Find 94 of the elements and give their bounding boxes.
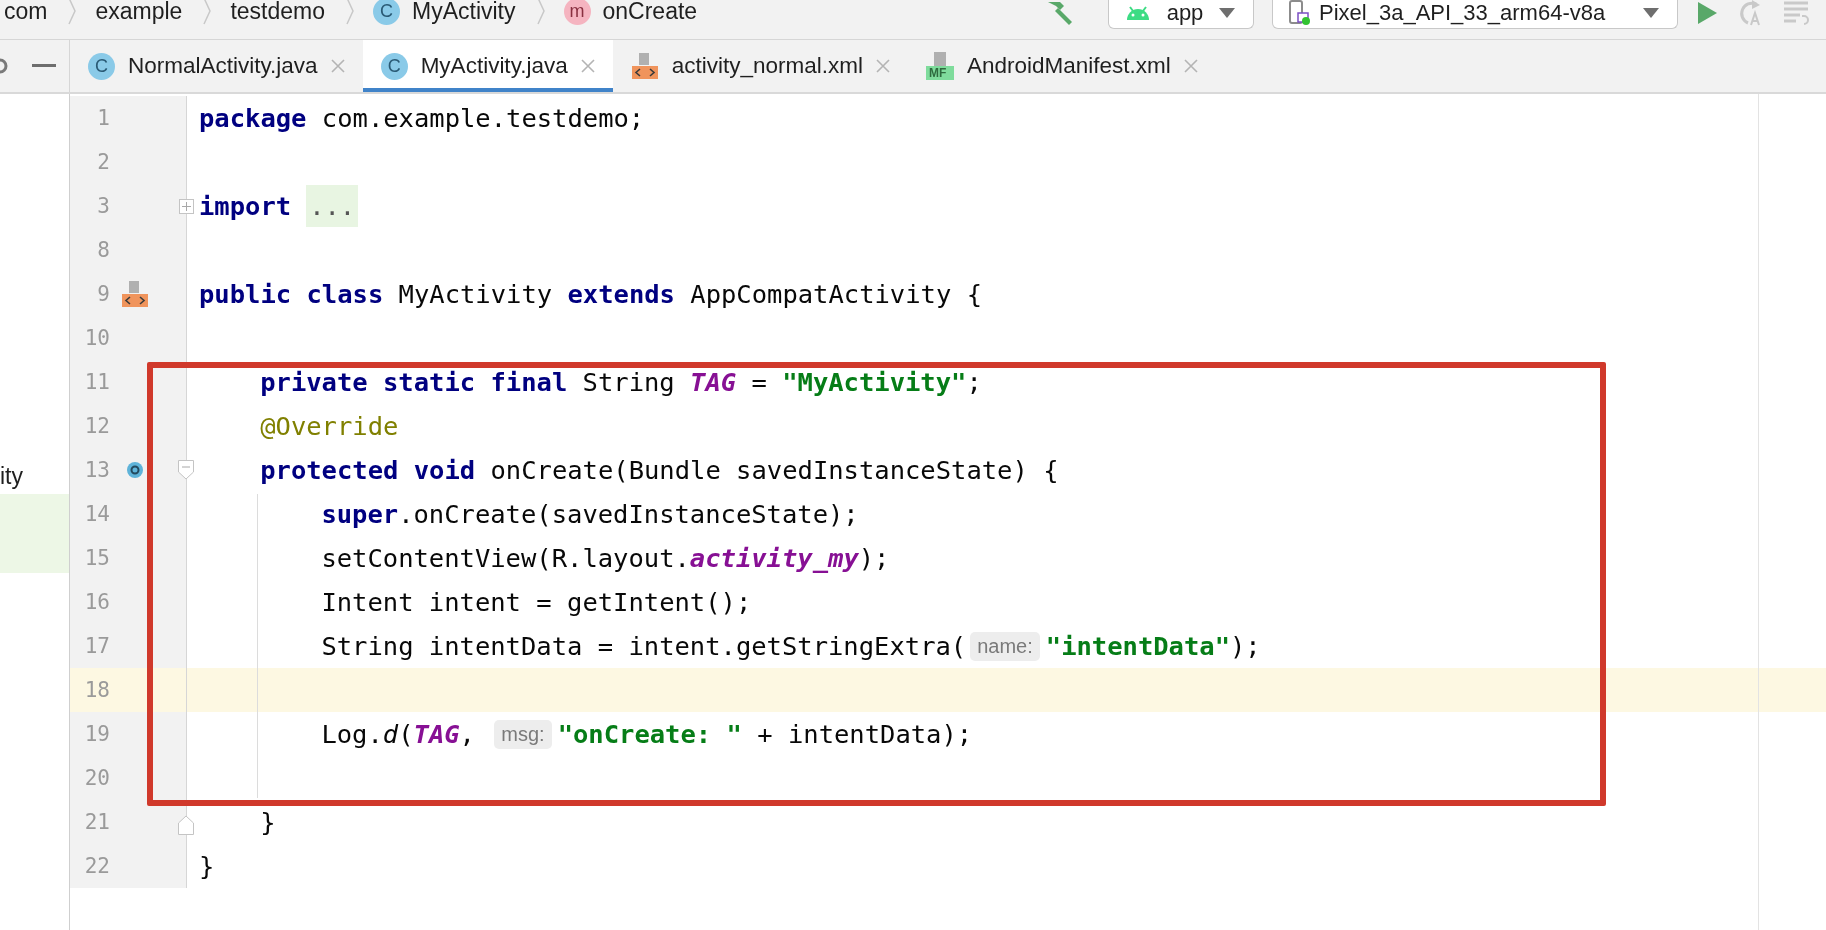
string-literal: "onCreate: " [557,719,742,749]
chevron-icon [535,0,546,26]
parameter-hint: msg: [494,719,552,749]
manifest-file-icon: MF [926,52,955,80]
class-icon: C [373,0,400,25]
line-number: 3 [96,194,110,218]
settings-icon[interactable] [0,56,8,76]
code-text: String intentData = intent.getStringExtra( [321,631,967,661]
editor-tab[interactable]: C MyActivity.java [362,40,613,92]
android-icon [1125,4,1151,21]
breadcrumb-item[interactable]: MyActivity [412,0,516,25]
caret-icon [1219,7,1235,18]
line-number: 11 [83,370,110,394]
keyword: public class [199,279,384,309]
code-text: + intentData); [756,719,973,749]
expand-fold-icon[interactable] [179,198,194,214]
line-number: 8 [96,238,110,262]
line-number: 14 [83,502,110,526]
close-icon[interactable] [1183,59,1198,73]
run-icon[interactable] [1696,1,1718,25]
line-number: 18 [83,678,110,702]
line-number: 12 [83,414,110,438]
keyword: package [199,103,307,133]
chevron-icon [345,0,355,26]
layout-file-icon[interactable] [121,280,149,308]
code-text: , [459,719,476,749]
line-number: 9 [96,282,110,306]
folded-code: ... [306,185,359,227]
minimize-icon[interactable] [32,64,56,68]
code-text: ); [1230,631,1261,661]
line-number: 2 [96,150,110,174]
editor-tab[interactable]: activity_normal.xml [612,40,909,92]
method-icon: m [563,0,591,25]
line-number: 21 [83,810,110,834]
code-text: com.example.testdemo; [320,103,645,133]
code-text: = [750,367,768,397]
code-text: ); [858,543,890,573]
editor-tab[interactable]: C NormalActivity.java [70,40,363,92]
field-name: TAG [413,719,460,749]
line-number: 13 [83,458,110,482]
code-text: ; [966,367,982,397]
method-name: d [382,719,399,749]
list-icon[interactable] [1782,0,1812,26]
line-number: 10 [83,326,110,350]
breadcrumb-item[interactable]: com [4,0,48,25]
breadcrumb-item[interactable]: example [95,0,183,25]
code-text: } [199,851,215,881]
line-number: 19 [83,722,110,746]
collapse-fold-icon[interactable] [178,460,194,480]
line-number: 1 [96,106,110,130]
editor-tab[interactable]: MF AndroidManifest.xml [908,40,1216,92]
keyword: private static final [260,367,568,397]
code-text: setContentView(R.layout. [321,543,690,573]
code-text: Intent intent = getIntent(); [321,587,752,617]
phone-icon [1289,0,1311,26]
code-text: } [260,807,276,837]
keyword: super [321,499,399,529]
close-icon[interactable] [580,59,595,73]
class-icon: C [380,52,408,80]
code-text: ( [398,719,414,749]
device-dropdown[interactable]: Pixel_3a_API_33_arm64-v8a [1272,0,1678,29]
close-icon[interactable] [876,59,891,73]
code-text: MyActivity [397,279,554,309]
code-text: onCreate(Bundle savedInstanceState) { [489,455,1059,485]
keyword: import [199,191,292,221]
string-literal: "MyActivity" [782,367,967,397]
run-config-dropdown[interactable]: app [1108,0,1254,29]
code-text: String [581,367,676,397]
annotation: @Override [260,411,399,441]
layout-file-icon [630,52,659,80]
fold-end-icon[interactable] [178,815,194,835]
keyword: protected void [260,455,476,485]
line-number: 22 [83,854,110,878]
field-name: TAG [690,367,737,397]
code-text: Log. [321,719,383,749]
code-text: .onCreate(savedInstanceState); [398,499,859,529]
close-icon[interactable] [330,59,345,73]
parameter-hint: name: [970,631,1040,661]
line-number: 17 [83,634,110,658]
override-marker-icon[interactable] [126,461,144,479]
caret-icon [1643,7,1659,18]
line-number: 20 [83,766,110,790]
project-tree-item[interactable]: ity [0,458,69,494]
string-literal: "intentData" [1045,631,1230,661]
breadcrumb-item[interactable]: onCreate [602,0,698,25]
code-text: AppCompatActivity { [689,279,982,309]
chevron-icon [67,0,78,26]
line-number: 15 [83,546,110,570]
field-name: activity_my [689,543,859,573]
line-number: 16 [83,590,110,614]
keyword: extends [567,279,675,309]
breadcrumb-item[interactable]: testdemo [230,0,325,25]
chevron-icon [202,0,213,26]
class-icon: C [88,52,115,80]
